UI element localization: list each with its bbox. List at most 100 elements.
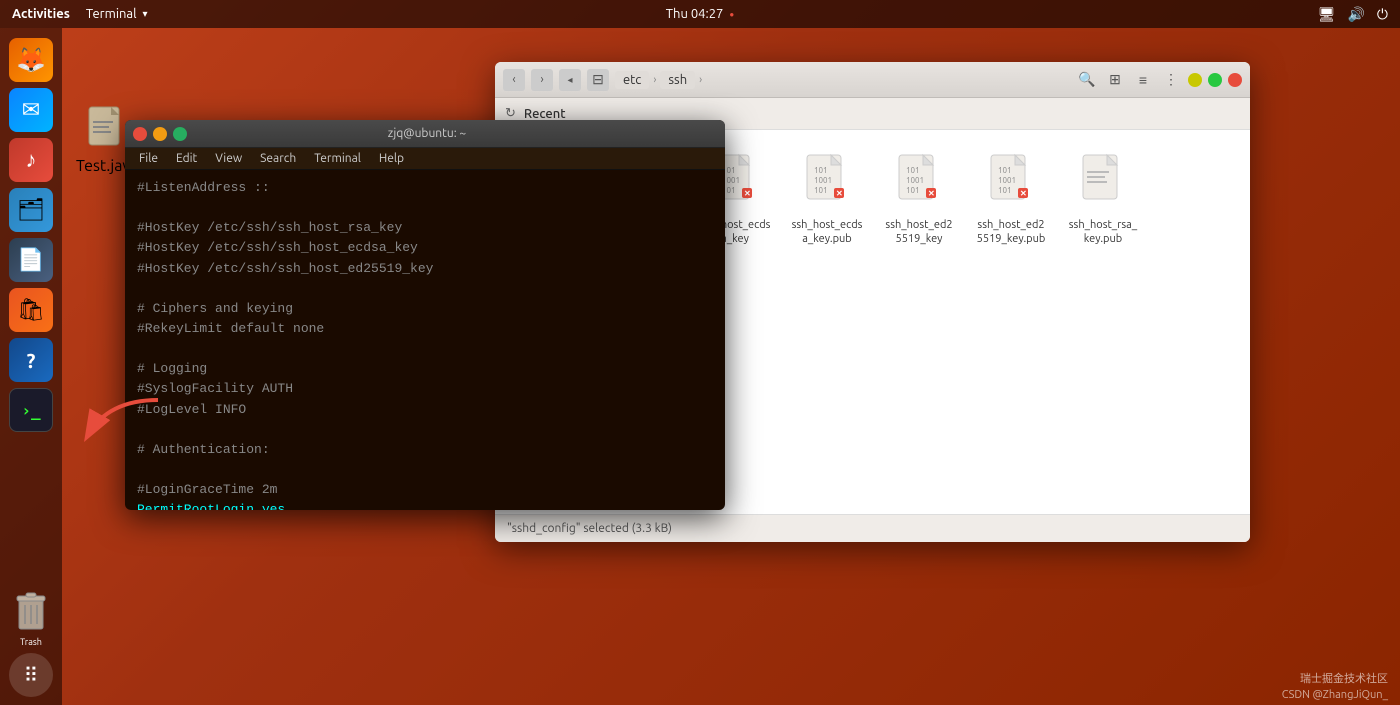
fm-titlebar: ‹ › ◂ ⊟ etc › ssh › 🔍 ⊞ ≡ ⋮: [495, 62, 1250, 98]
fm-breadcrumb-end-sep: ›: [699, 74, 702, 86]
term-menu: File Edit View Search Terminal Help: [125, 148, 725, 170]
watermark-line1: 瑞士掘金技术社区: [1282, 672, 1388, 687]
dock-item-help[interactable]: ?: [9, 338, 53, 382]
fm-file-rsa-pub[interactable]: ssh_host_rsa_key.pub: [1063, 146, 1143, 253]
fm-file-ed25519-key[interactable]: 101 1001 101 ✕ ssh_host_ed25519_key: [879, 146, 959, 253]
fm-statusbar: "sshd_config" selected (3.3 kB): [495, 514, 1250, 542]
term-line-7: # Ciphers and keying: [137, 299, 713, 319]
fm-menu-button[interactable]: ⋮: [1160, 69, 1182, 91]
help-icon: ?: [27, 349, 36, 372]
dock-item-firefox[interactable]: 🦊: [9, 38, 53, 82]
term-line-5: #HostKey /etc/ssh/ssh_host_ed25519_key: [137, 259, 713, 279]
term-close-button[interactable]: [133, 127, 147, 141]
power-icon[interactable]: ⏻: [1377, 6, 1388, 23]
topbar: Activities Terminal ▾ Thu 04:27 ● 🖥 🔊 ⏻: [0, 0, 1400, 28]
software-icon: 🛍: [17, 297, 45, 323]
term-menu-search[interactable]: Search: [252, 148, 304, 169]
topbar-dot: ●: [729, 10, 734, 19]
term-menu-terminal[interactable]: Terminal: [306, 148, 369, 169]
svg-text:101: 101: [998, 186, 1012, 195]
fm-view-list-button[interactable]: ≡: [1132, 69, 1154, 91]
term-line-13: [137, 420, 713, 440]
svg-text:101: 101: [814, 166, 828, 175]
dock-item-thunderbird[interactable]: ✉: [9, 88, 53, 132]
dock-item-rhythmbox[interactable]: ♪: [9, 138, 53, 182]
fm-file-ed25519-pub[interactable]: 101 1001 101 ✕ ssh_host_ed25519_key.pub: [971, 146, 1051, 253]
volume-icon[interactable]: 🔊: [1347, 6, 1364, 23]
dock-item-apps[interactable]: ⠿: [9, 653, 53, 697]
fm-file-ecdsa-pub[interactable]: 101 1001 101 ✕ ssh_host_ecdsa_key.pub: [787, 146, 867, 253]
terminal-menu-arrow: ▾: [143, 8, 148, 20]
term-wm-buttons: [133, 127, 187, 141]
nautilus-icon: 🗂: [17, 197, 45, 223]
trash-icon: [13, 591, 49, 635]
dock-item-nautilus[interactable]: 🗂: [9, 188, 53, 232]
svg-text:101: 101: [814, 186, 828, 195]
term-titlebar: zjq@ubuntu: ~: [125, 120, 725, 148]
fm-back-button[interactable]: ‹: [503, 69, 525, 91]
term-menu-help[interactable]: Help: [371, 148, 412, 169]
rhythmbox-icon: ♪: [26, 147, 37, 173]
fm-file-label-ed25519-key: ssh_host_ed25519_key: [883, 218, 955, 247]
dock-item-terminal[interactable]: ›_: [9, 388, 53, 432]
topbar-datetime: Thu 04:27: [666, 7, 724, 21]
dock-item-trash[interactable]: Trash: [9, 591, 53, 647]
topbar-right: 🖥 🔊 ⏻: [1318, 6, 1388, 23]
network-icon[interactable]: 🖥: [1318, 6, 1336, 23]
term-line-16: #LoginGraceTime 2m: [137, 480, 713, 500]
fm-breadcrumb: etc › ssh ›: [615, 71, 1070, 89]
desktop: Activities Terminal ▾ Thu 04:27 ● 🖥 🔊 ⏻ …: [0, 0, 1400, 705]
term-menu-file[interactable]: File: [131, 148, 166, 169]
term-maximize-button[interactable]: [173, 127, 187, 141]
dock-item-software[interactable]: 🛍: [9, 288, 53, 332]
svg-text:101: 101: [906, 166, 920, 175]
fm-breadcrumb-ssh[interactable]: ssh: [660, 71, 695, 89]
svg-text:101: 101: [998, 166, 1012, 175]
fm-file-icon-ed25519-pub: 101 1001 101 ✕: [985, 152, 1037, 212]
term-line-17: PermitRootLogin yes: [137, 500, 713, 510]
dock: 🦊 ✉ ♪ 🗂 📄 🛍: [0, 28, 62, 705]
fm-forward-button[interactable]: ›: [531, 69, 553, 91]
dock-item-documents[interactable]: 📄: [9, 238, 53, 282]
documents-icon: 📄: [17, 247, 44, 273]
fm-toolbar-right: 🔍 ⊞ ≡ ⋮: [1076, 69, 1242, 91]
topbar-center: Thu 04:27 ●: [666, 7, 734, 21]
watermark: 瑞士掘金技术社区 CSDN @ZhangJiQun_: [1282, 672, 1388, 703]
term-line-11: #SyslogFacility AUTH: [137, 379, 713, 399]
thunderbird-icon: ✉: [22, 97, 40, 123]
activities-button[interactable]: Activities: [12, 7, 70, 21]
fm-file-label-ecdsa-pub: ssh_host_ecdsa_key.pub: [791, 218, 863, 247]
fm-location-toggle[interactable]: ⊟: [587, 69, 609, 91]
fm-view-grid-button[interactable]: ⊞: [1104, 69, 1126, 91]
svg-text:101: 101: [906, 186, 920, 195]
fm-minimize-button[interactable]: [1188, 73, 1202, 87]
term-menu-edit[interactable]: Edit: [168, 148, 205, 169]
term-line-3: #HostKey /etc/ssh/ssh_host_rsa_key: [137, 218, 713, 238]
fm-breadcrumb-etc[interactable]: etc: [615, 71, 649, 89]
term-line-8: #RekeyLimit default none: [137, 319, 713, 339]
firefox-icon: 🦊: [16, 46, 46, 74]
fm-maximize-button[interactable]: [1208, 73, 1222, 87]
term-line-9: [137, 339, 713, 359]
term-line-6: [137, 279, 713, 299]
term-line-12: #LogLevel INFO: [137, 400, 713, 420]
terminal-menu[interactable]: Terminal ▾: [86, 7, 148, 21]
topbar-left: Activities Terminal ▾: [12, 7, 148, 21]
fm-refresh-icon[interactable]: ↻: [505, 106, 516, 121]
term-line-1: #ListenAddress ::: [137, 178, 713, 198]
fm-prev-button[interactable]: ◂: [559, 69, 581, 91]
fm-search-button[interactable]: 🔍: [1076, 69, 1098, 91]
fm-file-icon-ecdsa-pub: 101 1001 101 ✕: [801, 152, 853, 212]
term-line-4: #HostKey /etc/ssh/ssh_host_ecdsa_key: [137, 238, 713, 258]
term-menu-view[interactable]: View: [207, 148, 250, 169]
svg-text:✕: ✕: [1020, 189, 1027, 198]
fm-file-label-ed25519-pub: ssh_host_ed25519_key.pub: [975, 218, 1047, 247]
svg-text:✕: ✕: [836, 189, 843, 198]
term-minimize-button[interactable]: [153, 127, 167, 141]
fm-close-button[interactable]: [1228, 73, 1242, 87]
trash-label: Trash: [20, 637, 42, 647]
svg-text:✕: ✕: [928, 189, 935, 198]
term-body[interactable]: #ListenAddress :: #HostKey /etc/ssh/ssh_…: [125, 170, 725, 510]
term-line-14: # Authentication:: [137, 440, 713, 460]
term-line-15: [137, 460, 713, 480]
